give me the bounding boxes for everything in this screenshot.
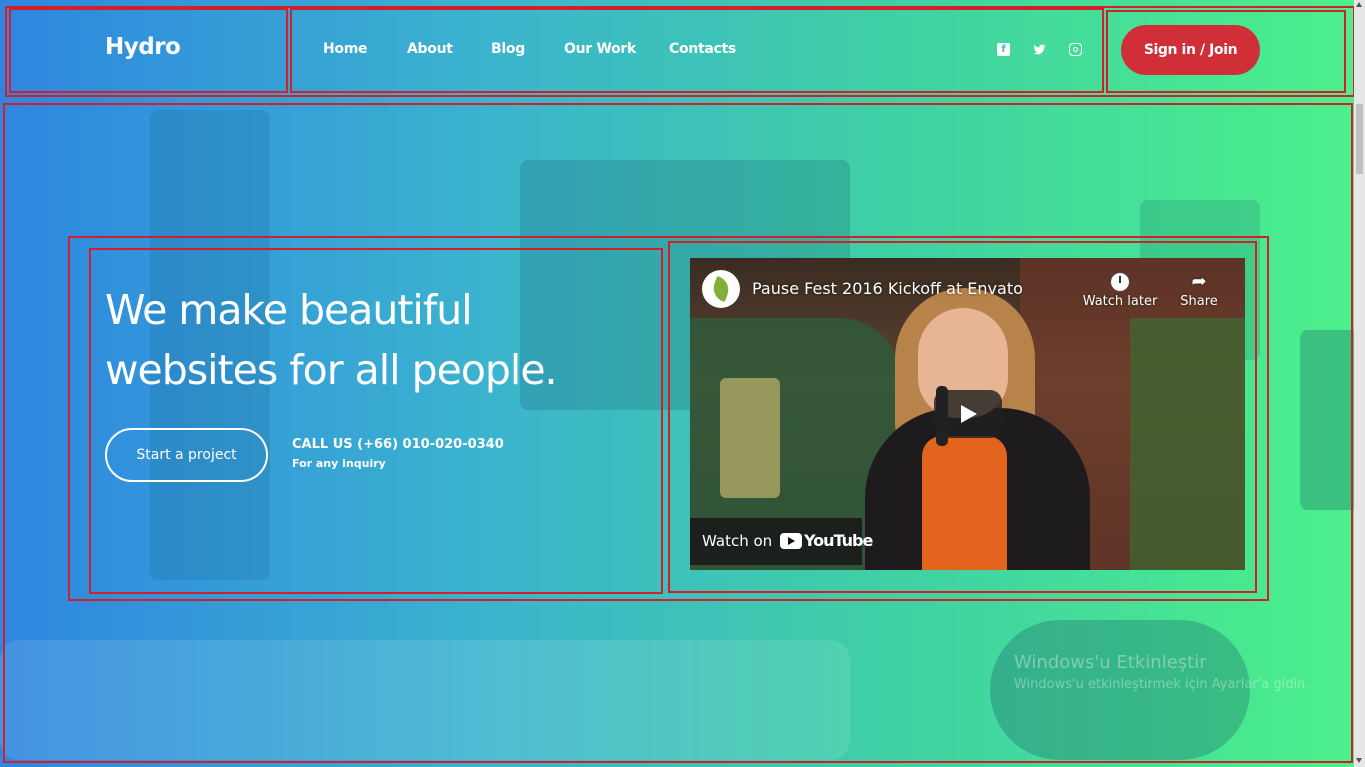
background-mug-shape: [1300, 330, 1360, 510]
channel-avatar-icon[interactable]: [702, 270, 740, 308]
scrollbar-thumb[interactable]: [1356, 104, 1363, 174]
youtube-wordmark: YouTube: [804, 531, 873, 550]
youtube-video-embed[interactable]: Pause Fest 2016 Kickoff at Envato Watch …: [690, 258, 1245, 570]
youtube-play-icon: [780, 533, 802, 549]
hero-title: We make beautiful websites for all peopl…: [105, 280, 645, 400]
share-label: Share: [1180, 294, 1218, 309]
clock-icon: [1080, 270, 1160, 294]
nav-home[interactable]: Home: [323, 41, 368, 57]
windows-activation-subtitle: Windows'u etkinleştirmek için Ayarlar'a …: [1014, 677, 1310, 692]
watch-later-button[interactable]: Watch later: [1080, 270, 1160, 309]
nav-contacts[interactable]: Contacts: [669, 41, 736, 57]
start-project-button[interactable]: Start a project: [105, 428, 268, 482]
nav-blog[interactable]: Blog: [491, 41, 525, 57]
nav-our-work[interactable]: Our Work: [564, 41, 636, 57]
play-button[interactable]: [934, 390, 1002, 438]
share-arrow-icon: ➦: [1191, 271, 1207, 292]
scroll-down-arrow-icon[interactable]: [1356, 758, 1362, 763]
watch-on-label: Watch on: [702, 532, 773, 550]
nav-about[interactable]: About: [407, 41, 453, 57]
watch-later-label: Watch later: [1082, 294, 1158, 309]
instagram-icon[interactable]: [1069, 43, 1082, 56]
video-frame-bamboo: [1130, 318, 1245, 570]
video-title[interactable]: Pause Fest 2016 Kickoff at Envato: [752, 279, 1023, 298]
twitter-icon[interactable]: [1033, 43, 1046, 56]
signin-join-button[interactable]: Sign in / Join: [1121, 25, 1260, 75]
facebook-icon[interactable]: f: [997, 43, 1010, 56]
video-frame-light: [720, 378, 780, 498]
video-frame-speaker-top: [922, 436, 1007, 570]
share-button[interactable]: ➦ Share: [1159, 270, 1239, 309]
hero-title-line1: We make beautiful: [105, 286, 473, 334]
call-us-subtitle: For any inquiry: [292, 457, 386, 470]
windows-activation-title: Windows'u Etkinleştir: [1014, 652, 1207, 673]
call-us-text[interactable]: CALL US (+66) 010-020-0340: [292, 437, 504, 452]
hero-title-line2: websites for all people.: [105, 346, 558, 394]
background-keyboard-shape: [0, 640, 850, 760]
site-logo[interactable]: Hydro: [105, 34, 181, 60]
watch-on-youtube-button[interactable]: Watch on YouTube: [690, 518, 873, 565]
scroll-up-arrow-icon[interactable]: [1356, 2, 1362, 7]
